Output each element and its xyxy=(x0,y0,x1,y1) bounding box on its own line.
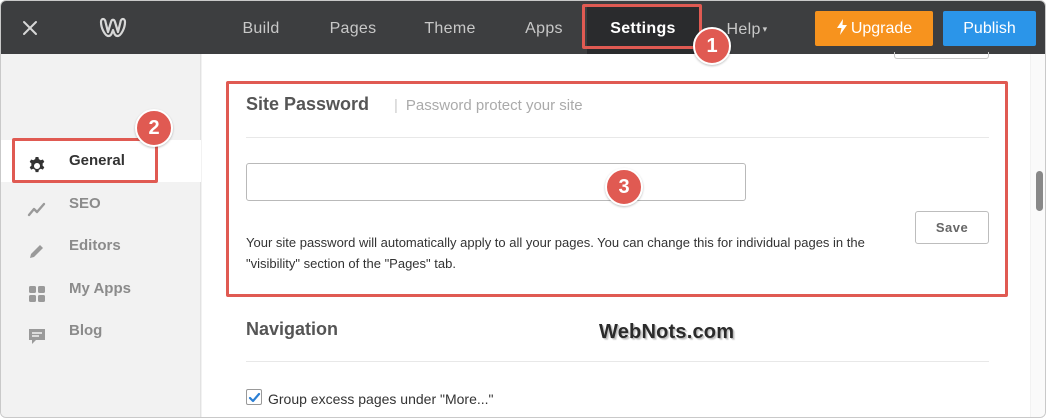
scrollbar-track[interactable] xyxy=(1031,54,1045,417)
step-badge-2: 2 xyxy=(135,109,173,147)
navigation-title: Navigation xyxy=(246,319,339,339)
group-pages-checkbox[interactable] xyxy=(246,389,262,405)
site-password-subtitle: | Password protect your site xyxy=(394,97,583,114)
group-pages-label: Group excess pages under "More..." xyxy=(268,391,494,407)
gear-icon xyxy=(27,151,47,173)
title-separator: | xyxy=(394,97,398,114)
trend-icon xyxy=(27,194,47,217)
upgrade-button[interactable]: Upgrade xyxy=(815,11,933,46)
lightning-icon xyxy=(836,19,847,35)
sidebar-item-my-apps[interactable]: My Apps xyxy=(1,268,201,310)
top-navigation-bar: Build Pages Theme Apps Settings Help ▾ Up… xyxy=(1,1,1045,54)
section-divider xyxy=(246,361,989,362)
grid-icon xyxy=(27,279,47,302)
tab-apps[interactable]: Apps xyxy=(513,1,575,54)
sidebar-item-editors[interactable]: Editors xyxy=(1,225,201,267)
pencil-icon xyxy=(27,236,47,258)
sidebar-item-label: Blog xyxy=(69,322,103,339)
sidebar-item-label: My Apps xyxy=(69,280,131,297)
save-button[interactable]: Save xyxy=(915,211,989,244)
sidebar-item-label: Editors xyxy=(69,237,121,254)
close-icon[interactable] xyxy=(17,15,43,41)
tab-build[interactable]: Build xyxy=(231,1,291,54)
settings-sidebar: General SEO Editors My Apps Blog xyxy=(1,54,201,417)
help-label: Help xyxy=(726,21,761,38)
site-password-title: Site Password xyxy=(246,94,370,114)
app-window: Build Pages Theme Apps Settings Help ▾ Up… xyxy=(0,0,1046,418)
sidebar-item-general[interactable]: General xyxy=(1,140,201,182)
caret-down-icon: ▾ xyxy=(762,24,768,34)
publish-button[interactable]: Publish xyxy=(943,11,1036,46)
step-badge-3: 3 xyxy=(605,168,643,206)
previous-section-button-edge xyxy=(894,52,989,59)
tab-pages[interactable]: Pages xyxy=(319,1,387,54)
section-divider xyxy=(246,137,989,138)
weebly-logo-icon[interactable] xyxy=(95,14,129,42)
sidebar-item-seo[interactable]: SEO xyxy=(1,183,201,225)
site-password-input[interactable] xyxy=(246,163,746,201)
sidebar-item-label: General xyxy=(69,152,125,169)
step-badge-1: 1 xyxy=(693,27,731,65)
upgrade-label: Upgrade xyxy=(850,20,913,37)
tab-theme[interactable]: Theme xyxy=(415,1,485,54)
settings-content: Site Password | Password protect your sit… xyxy=(202,52,1030,417)
sidebar-item-blog[interactable]: Blog xyxy=(1,310,201,352)
watermark-text: WebNots.com xyxy=(599,321,735,343)
chat-icon xyxy=(27,321,47,344)
tab-settings[interactable]: Settings xyxy=(587,6,699,54)
site-password-subtitle-text: Password protect your site xyxy=(405,97,583,114)
site-password-help-text: Your site password will automatically ap… xyxy=(246,235,865,271)
sidebar-item-label: SEO xyxy=(69,195,101,212)
scrollbar-thumb[interactable] xyxy=(1036,171,1043,211)
